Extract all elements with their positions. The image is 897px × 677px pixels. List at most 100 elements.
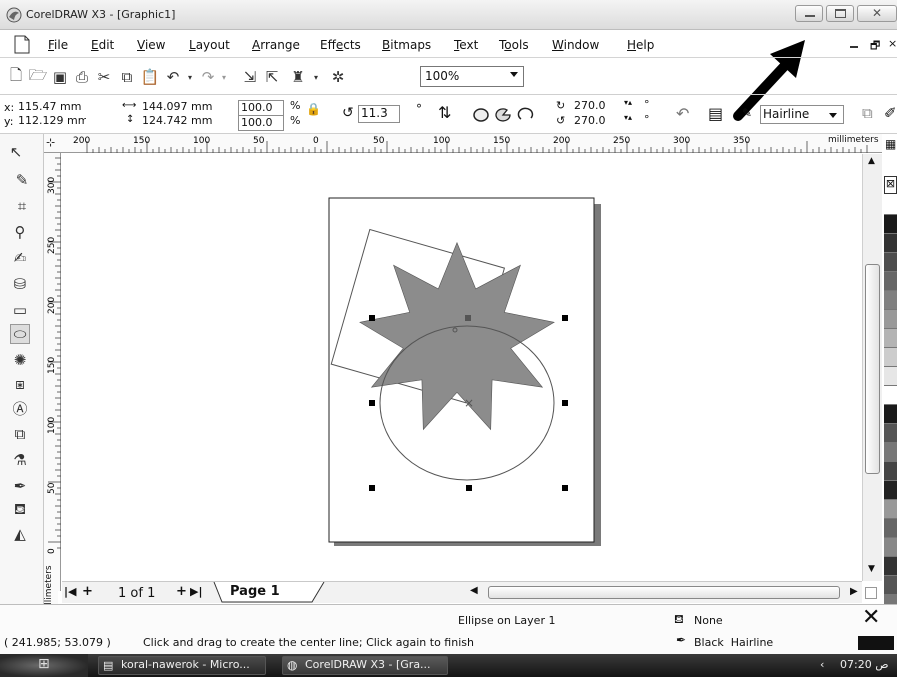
outline-status[interactable]: Black Hairline xyxy=(694,636,773,649)
lock-ratio-icon[interactable]: 🔒 xyxy=(306,102,321,116)
navigator-icon[interactable] xyxy=(865,587,877,599)
color-swatch[interactable] xyxy=(884,462,897,481)
end-angle-spinner[interactable]: ▾▴ xyxy=(624,113,632,122)
menu-arrange[interactable]: Arrange xyxy=(252,38,300,52)
last-page-icon[interactable]: ▶| xyxy=(190,585,202,598)
save-icon[interactable]: ▣ xyxy=(50,67,70,87)
color-swatch[interactable] xyxy=(884,253,897,272)
color-swatch[interactable] xyxy=(884,196,897,215)
pie-icon[interactable] xyxy=(494,106,512,124)
zoom-dropdown-icon[interactable] xyxy=(510,72,518,77)
polygon-tool-icon[interactable]: ✺ xyxy=(10,350,30,370)
arc-icon[interactable] xyxy=(516,106,534,124)
redo-dropdown-icon[interactable]: ▾ xyxy=(214,67,234,87)
y-position-field[interactable]: 112.129 mm xyxy=(16,114,86,130)
eyedropper-tool-icon[interactable]: ⚗ xyxy=(10,450,30,470)
handle-bottom-middle[interactable] xyxy=(466,485,472,491)
color-swatch[interactable] xyxy=(884,234,897,253)
ellipse-icon[interactable] xyxy=(472,106,490,124)
freehand-tool-icon[interactable]: ✍ xyxy=(10,248,30,268)
pick-tool-icon[interactable]: ↖ xyxy=(6,142,26,162)
export-icon[interactable]: ⇱ xyxy=(262,67,282,87)
handle-top-right[interactable] xyxy=(562,315,568,321)
welcome-screen-icon[interactable]: ✲ xyxy=(328,67,348,87)
add-page-before-icon[interactable]: + xyxy=(82,584,93,599)
horizontal-scrollbar[interactable]: ◀ xyxy=(470,585,848,600)
application-launcher-icon[interactable]: ♜ xyxy=(288,67,308,87)
start-angle-field[interactable]: 270.0 xyxy=(572,99,620,115)
import-icon[interactable]: ⇲ xyxy=(240,67,260,87)
copy-icon[interactable]: ⧉ xyxy=(117,67,137,87)
print-icon[interactable]: ⎙ xyxy=(72,67,92,87)
zoom-level-select[interactable]: 100% xyxy=(420,66,524,87)
no-color-swatch[interactable]: ⊠ xyxy=(884,176,897,194)
handle-bottom-right[interactable] xyxy=(562,485,568,491)
vertical-scroll-thumb[interactable] xyxy=(865,264,880,474)
color-swatch[interactable] xyxy=(884,348,897,367)
menu-file[interactable]: File xyxy=(48,38,68,52)
paste-icon[interactable]: 📋 xyxy=(140,67,160,87)
scroll-up-icon[interactable]: ▲ xyxy=(868,156,875,166)
horizontal-scroll-thumb[interactable] xyxy=(488,586,840,599)
taskbar-coreldraw-button[interactable]: ◍ CorelDRAW X3 - [Gra... xyxy=(282,656,448,675)
rectangle-tool-icon[interactable]: ▭ xyxy=(10,300,30,320)
shape-tool-icon[interactable]: ✎ xyxy=(12,170,32,190)
menu-help[interactable]: Help xyxy=(627,38,654,52)
handle-middle-right[interactable] xyxy=(562,400,568,406)
new-document-icon[interactable]: 🗋 xyxy=(6,66,26,87)
launcher-dropdown-icon[interactable]: ▾ xyxy=(306,67,326,87)
handle-bottom-left[interactable] xyxy=(369,485,375,491)
ellipse-tool-icon[interactable]: ⬭ xyxy=(10,324,30,344)
add-page-after-icon[interactable]: + xyxy=(176,584,187,599)
color-swatch[interactable] xyxy=(884,329,897,348)
doc-minimize-icon[interactable] xyxy=(850,46,858,48)
color-swatch[interactable] xyxy=(884,424,897,443)
menu-text[interactable]: Text xyxy=(454,38,478,52)
color-swatch[interactable] xyxy=(884,576,897,595)
doc-restore-icon[interactable]: 🗗 xyxy=(870,37,880,56)
start-button[interactable]: ⊞ xyxy=(0,654,88,677)
color-swatch[interactable] xyxy=(884,215,897,234)
end-angle-field[interactable]: 270.0 xyxy=(572,114,620,130)
fill-status[interactable]: None xyxy=(694,614,723,627)
drawing-area[interactable]: × xyxy=(62,154,862,581)
scroll-right-icon[interactable]: ▶ xyxy=(850,586,858,597)
page-1-tab[interactable]: Page 1 xyxy=(230,584,280,599)
interactive-fill-tool-icon[interactable]: ◭ xyxy=(10,524,30,544)
drawing-canvas[interactable]: × xyxy=(62,154,862,581)
vertical-scrollbar[interactable]: ▲ ▼ xyxy=(862,154,882,581)
outline-dropdown-icon[interactable] xyxy=(829,113,837,118)
palette-options-icon[interactable]: ▦ xyxy=(885,137,896,151)
color-swatch[interactable] xyxy=(884,272,897,291)
undo-dropdown-icon[interactable]: ▾ xyxy=(180,67,200,87)
menu-layout[interactable]: Layout xyxy=(189,38,230,52)
menu-effects[interactable]: Effects xyxy=(320,38,361,52)
fill-tool-icon[interactable]: ⛾ xyxy=(10,500,30,520)
menu-view[interactable]: View xyxy=(137,38,165,52)
close-button[interactable]: ✕ xyxy=(857,5,897,22)
scroll-left-icon[interactable]: ◀ xyxy=(470,585,478,596)
handle-top-left[interactable] xyxy=(369,315,375,321)
color-swatch[interactable] xyxy=(884,405,897,424)
doc-close-icon[interactable]: × xyxy=(888,37,897,50)
menu-bitmaps[interactable]: Bitmaps xyxy=(382,38,431,52)
restore-button[interactable] xyxy=(826,5,854,22)
zoom-tool-icon[interactable]: ⚲ xyxy=(10,222,30,242)
color-swatch[interactable] xyxy=(884,291,897,310)
color-swatch[interactable] xyxy=(884,481,897,500)
rotation-field[interactable]: 11.3 xyxy=(358,105,400,123)
color-swatch[interactable] xyxy=(884,443,897,462)
convert-to-curves-icon[interactable]: ✐ xyxy=(884,104,897,122)
tray-chevron-icon[interactable]: ‹ xyxy=(820,658,824,671)
mirror-icon[interactable]: ⇅ xyxy=(438,103,451,122)
menu-edit[interactable]: Edit xyxy=(91,38,114,52)
to-front-icon[interactable]: ⧉ xyxy=(862,104,873,122)
scroll-down-icon[interactable]: ▼ xyxy=(868,564,875,574)
open-icon[interactable]: 🗁 xyxy=(28,66,48,87)
color-swatch[interactable] xyxy=(884,367,897,386)
scale-y-field[interactable]: 100.0 xyxy=(238,115,284,131)
color-swatch[interactable] xyxy=(884,519,897,538)
text-tool-icon[interactable]: Ⓐ xyxy=(10,398,30,418)
first-page-icon[interactable]: |◀ xyxy=(64,585,76,598)
start-angle-spinner[interactable]: ▾▴ xyxy=(624,98,632,107)
